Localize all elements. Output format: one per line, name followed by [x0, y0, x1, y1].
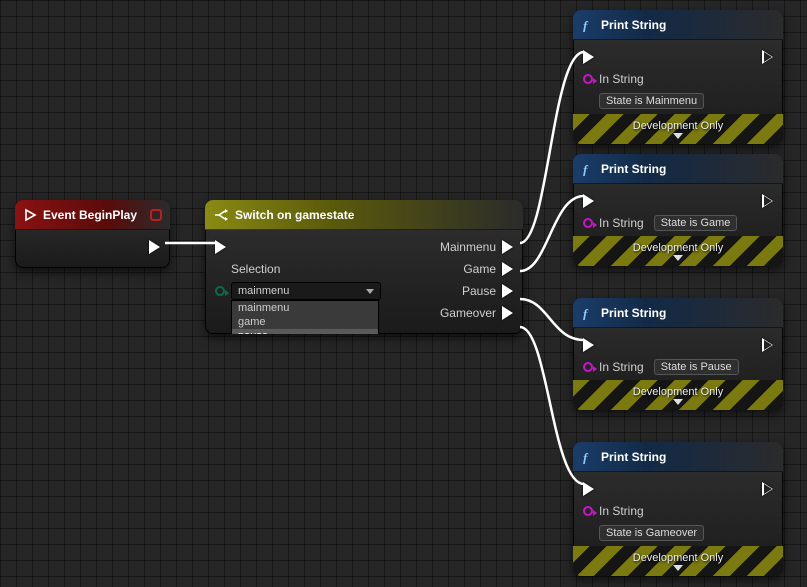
- selection-input-pin[interactable]: [215, 286, 225, 296]
- node-title: Print String: [601, 306, 666, 320]
- svg-text:f: f: [583, 18, 589, 32]
- selection-dropdown-list[interactable]: mainmenu game pause gameover: [231, 300, 379, 334]
- function-icon: f: [581, 18, 595, 32]
- exec-input-pin[interactable]: [215, 240, 226, 254]
- exec-output-pin-mainmenu[interactable]: [502, 240, 513, 254]
- node-header[interactable]: f Print String: [573, 298, 783, 328]
- instring-label: In String: [599, 504, 644, 518]
- print-string-node[interactable]: f Print String In String State is Mainme…: [573, 10, 783, 144]
- dropdown-option[interactable]: game: [232, 315, 378, 329]
- instring-label: In String: [599, 72, 644, 86]
- switch-icon: [213, 208, 229, 222]
- dev-only-label: Development Only: [633, 242, 724, 254]
- switch-on-gamestate-node[interactable]: Switch on gamestate Mainmenu Selection G…: [205, 200, 523, 334]
- exec-output-pin[interactable]: [762, 50, 773, 64]
- expand-icon: [673, 133, 683, 139]
- exec-output-pin[interactable]: [762, 338, 773, 352]
- development-only-footer[interactable]: Development Only: [573, 546, 783, 576]
- output-label: Mainmenu: [440, 240, 496, 254]
- exec-output-pin-pause[interactable]: [502, 284, 513, 298]
- selection-dropdown[interactable]: mainmenu: [231, 282, 381, 300]
- exec-output-pin-game[interactable]: [502, 262, 513, 276]
- exec-input-pin[interactable]: [583, 50, 594, 64]
- node-title: Print String: [601, 450, 666, 464]
- node-header[interactable]: Event BeginPlay: [15, 200, 170, 230]
- function-icon: f: [581, 162, 595, 176]
- node-header[interactable]: f Print String: [573, 442, 783, 472]
- event-icon: [23, 208, 37, 222]
- output-label: Game: [463, 262, 496, 276]
- function-icon: f: [581, 306, 595, 320]
- chevron-down-icon: [366, 289, 374, 294]
- dev-only-label: Development Only: [633, 386, 724, 398]
- selection-value: mainmenu: [238, 285, 289, 297]
- svg-text:f: f: [583, 306, 589, 320]
- development-only-footer[interactable]: Development Only: [573, 114, 783, 144]
- selection-label: Selection: [231, 262, 280, 276]
- print-string-node[interactable]: f Print String In String State is Gameov…: [573, 442, 783, 576]
- node-title: Print String: [601, 18, 666, 32]
- instring-value[interactable]: State is Gameover: [599, 525, 704, 541]
- svg-text:f: f: [583, 162, 589, 176]
- node-header[interactable]: Switch on gamestate: [205, 200, 523, 230]
- expand-icon: [673, 255, 683, 261]
- instring-value[interactable]: State is Pause: [654, 359, 739, 375]
- node-header[interactable]: f Print String: [573, 10, 783, 40]
- exec-input-pin[interactable]: [583, 194, 594, 208]
- event-beginplay-node[interactable]: Event BeginPlay: [15, 200, 170, 268]
- dropdown-option[interactable]: mainmenu: [232, 301, 378, 315]
- exec-output-pin[interactable]: [762, 482, 773, 496]
- print-string-node[interactable]: f Print String In String State is Game D…: [573, 154, 783, 266]
- instring-input-pin[interactable]: [583, 362, 593, 372]
- output-label: Gameover: [440, 306, 496, 320]
- instring-input-pin[interactable]: [583, 218, 593, 228]
- exec-output-pin[interactable]: [762, 194, 773, 208]
- exec-output-pin[interactable]: [149, 240, 160, 254]
- node-header[interactable]: f Print String: [573, 154, 783, 184]
- exec-input-pin[interactable]: [583, 338, 594, 352]
- instring-label: In String: [599, 216, 644, 230]
- output-label: Pause: [462, 284, 496, 298]
- svg-text:f: f: [583, 450, 589, 464]
- expand-icon: [673, 565, 683, 571]
- exec-output-pin-gameover[interactable]: [502, 306, 513, 320]
- instring-label: In String: [599, 360, 644, 374]
- development-only-footer[interactable]: Development Only: [573, 380, 783, 410]
- development-only-footer[interactable]: Development Only: [573, 236, 783, 266]
- instring-input-pin[interactable]: [583, 74, 593, 84]
- exec-input-pin[interactable]: [583, 482, 594, 496]
- instring-value[interactable]: State is Game: [654, 215, 738, 231]
- function-icon: f: [581, 450, 595, 464]
- instring-value[interactable]: State is Mainmenu: [599, 93, 704, 109]
- dev-only-label: Development Only: [633, 120, 724, 132]
- node-title: Switch on gamestate: [235, 208, 354, 222]
- delegate-pin[interactable]: [150, 209, 162, 221]
- expand-icon: [673, 399, 683, 405]
- instring-input-pin[interactable]: [583, 506, 593, 516]
- node-title: Event BeginPlay: [43, 208, 137, 222]
- node-title: Print String: [601, 162, 666, 176]
- dropdown-option[interactable]: pause: [232, 329, 378, 334]
- print-string-node[interactable]: f Print String In String State is Pause …: [573, 298, 783, 410]
- dev-only-label: Development Only: [633, 552, 724, 564]
